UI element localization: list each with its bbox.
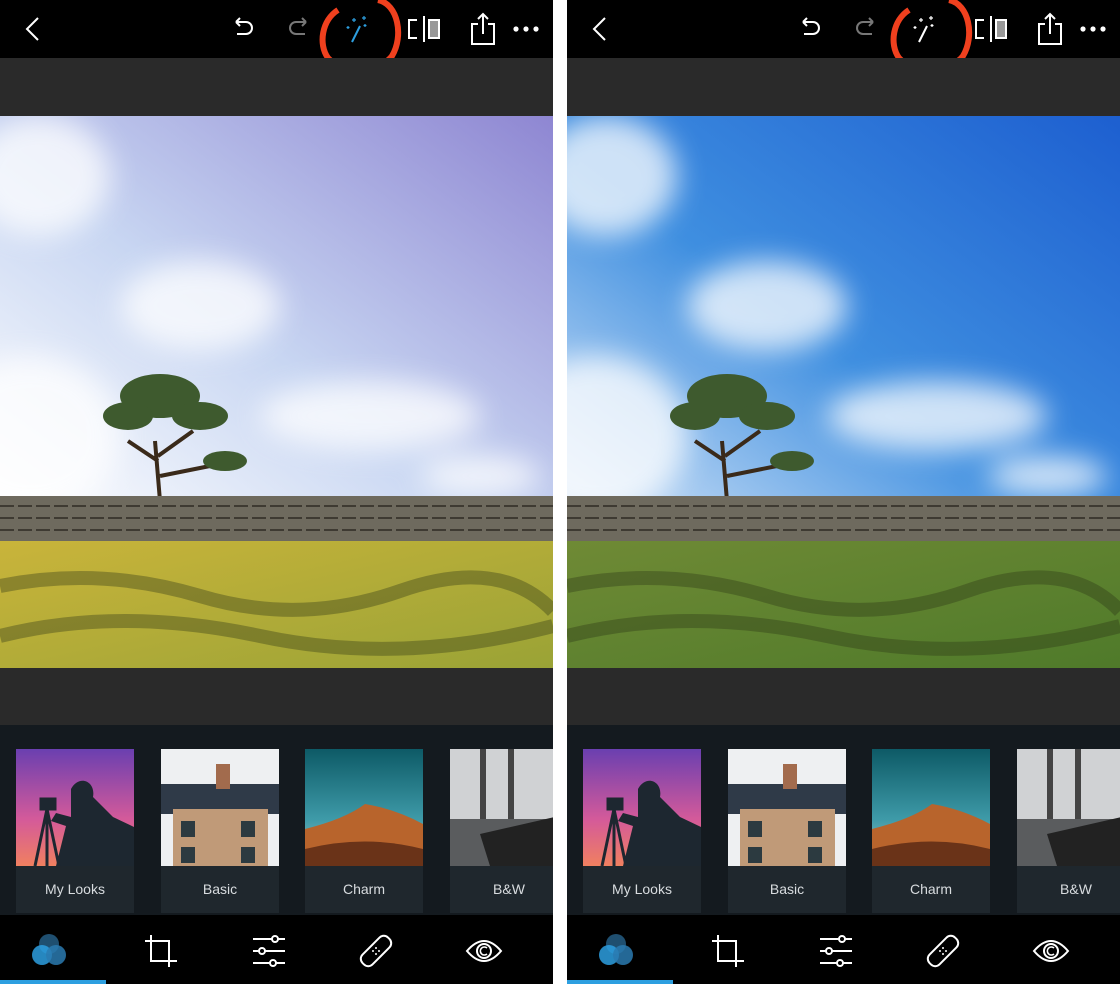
filter-thumbnail <box>872 749 990 866</box>
compare-icon[interactable] <box>407 12 441 46</box>
share-icon[interactable] <box>466 12 500 46</box>
filter-basic[interactable]: Basic <box>728 749 846 913</box>
filter-label: Basic <box>769 881 805 897</box>
bottom-tab-bar <box>567 915 1120 984</box>
adjustments-icon[interactable] <box>816 931 856 971</box>
canvas-padding-top <box>567 58 1120 116</box>
eye-icon[interactable] <box>464 931 504 971</box>
compare-icon[interactable] <box>974 12 1008 46</box>
more-icon[interactable] <box>1077 12 1111 46</box>
filter-thumbnail <box>450 749 553 866</box>
filter-charm[interactable]: Charm <box>872 749 990 913</box>
crop-icon[interactable] <box>141 931 181 971</box>
eye-icon[interactable] <box>1031 931 1071 971</box>
editor-screen-after: My Looks Basic Charm B&W <box>567 0 1120 984</box>
looks-icon[interactable] <box>29 931 69 971</box>
healing-icon[interactable] <box>356 931 396 971</box>
filter-thumbnail <box>305 749 423 866</box>
redo-icon[interactable] <box>282 12 316 46</box>
editor-screen-before: My Looks Basic Charm B&W <box>0 0 553 984</box>
filter-strip[interactable]: My Looks Basic Charm B&W <box>567 725 1120 915</box>
filter-label: B&W <box>493 881 525 897</box>
filter-basic[interactable]: Basic <box>161 749 279 913</box>
photo-canvas[interactable] <box>0 116 553 668</box>
filter-label: Charm <box>342 881 385 897</box>
filter-b-w[interactable]: B&W <box>1017 749 1120 913</box>
looks-icon[interactable] <box>596 931 636 971</box>
active-tab-indicator <box>567 980 673 984</box>
filter-label: B&W <box>1060 881 1092 897</box>
bottom-tab-bar <box>0 915 553 984</box>
filter-strip[interactable]: My Looks Basic Charm B&W <box>0 725 553 915</box>
healing-icon[interactable] <box>923 931 963 971</box>
filter-my-looks[interactable]: My Looks <box>583 749 701 913</box>
more-icon[interactable] <box>510 12 544 46</box>
canvas-padding-bottom <box>567 668 1120 725</box>
filter-b-w[interactable]: B&W <box>450 749 553 913</box>
canvas-padding-top <box>0 58 553 116</box>
adjustments-icon[interactable] <box>249 931 289 971</box>
crop-icon[interactable] <box>708 931 748 971</box>
top-toolbar <box>567 0 1120 73</box>
back-icon[interactable] <box>16 12 50 46</box>
filter-my-looks[interactable]: My Looks <box>16 749 134 913</box>
share-icon[interactable] <box>1033 12 1067 46</box>
filter-label: My Looks <box>45 881 105 897</box>
top-toolbar <box>0 0 553 73</box>
filter-label: Charm <box>909 881 952 897</box>
filter-charm[interactable]: Charm <box>305 749 423 913</box>
back-icon[interactable] <box>583 12 617 46</box>
photo-canvas[interactable] <box>567 116 1120 668</box>
active-tab-indicator <box>0 980 106 984</box>
filter-thumbnail <box>161 749 279 866</box>
redo-icon[interactable] <box>849 12 883 46</box>
filter-label: My Looks <box>612 881 672 897</box>
undo-icon[interactable] <box>793 12 827 46</box>
undo-icon[interactable] <box>226 12 260 46</box>
filter-thumbnail <box>583 749 701 866</box>
filter-thumbnail <box>16 749 134 866</box>
filter-thumbnail <box>728 749 846 866</box>
canvas-padding-bottom <box>0 668 553 725</box>
filter-thumbnail <box>1017 749 1120 866</box>
filter-label: Basic <box>202 881 238 897</box>
